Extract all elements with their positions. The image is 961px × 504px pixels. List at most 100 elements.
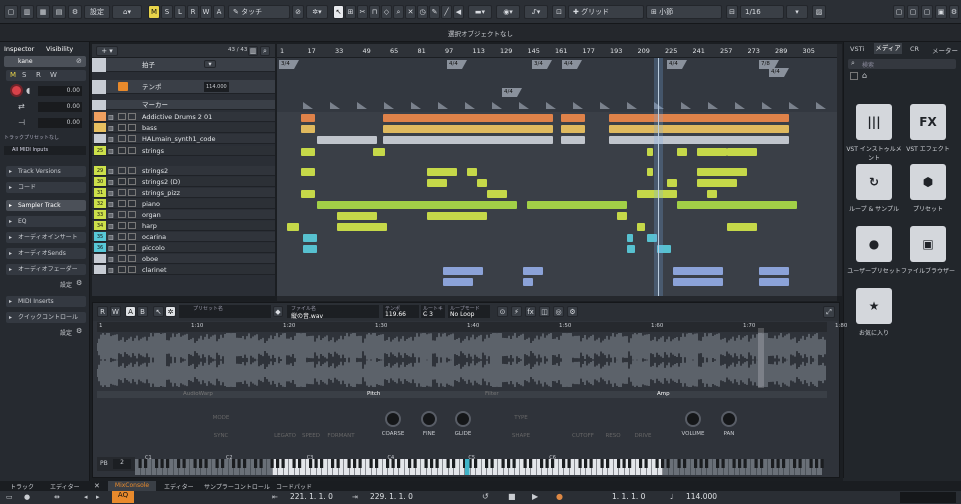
section-pitch[interactable]: Pitch — [367, 391, 380, 397]
black-key[interactable] — [798, 459, 802, 468]
tempo-display[interactable]: 114.000 — [686, 492, 717, 501]
expand-editor-button[interactable]: ⤢ — [823, 306, 835, 318]
pitchbend-control[interactable]: PB 2 — [97, 457, 135, 471]
pan-value[interactable]: 0.00 — [38, 102, 82, 112]
black-key[interactable] — [292, 459, 296, 468]
mute-box[interactable] — [118, 147, 126, 154]
draw-tool[interactable]: ✎ — [429, 5, 440, 19]
event-clip[interactable] — [609, 125, 789, 133]
mute-box[interactable] — [118, 167, 126, 174]
black-key[interactable] — [716, 459, 720, 468]
black-key[interactable] — [771, 459, 775, 468]
track-row[interactable]: ▥ Addictive Drums 2 01 — [92, 112, 275, 122]
black-key[interactable] — [540, 459, 544, 468]
black-key[interactable] — [644, 459, 648, 468]
tab-media[interactable]: メディア — [874, 43, 902, 54]
black-key[interactable] — [721, 459, 725, 468]
black-key[interactable] — [138, 459, 142, 468]
solo-box[interactable] — [128, 244, 136, 251]
black-key[interactable] — [204, 459, 208, 468]
checkbox[interactable] — [850, 72, 858, 80]
write-w-icon[interactable]: W — [50, 71, 57, 79]
write-button[interactable]: W — [110, 306, 121, 317]
section-quick-controls[interactable]: クイックコントロール — [6, 312, 86, 323]
black-key[interactable] — [336, 459, 340, 468]
black-key[interactable] — [507, 459, 511, 468]
black-key[interactable] — [243, 459, 247, 468]
mute-box[interactable] — [118, 244, 126, 251]
event-clip[interactable] — [673, 267, 723, 275]
black-key[interactable] — [639, 459, 643, 468]
gear-icon[interactable]: ⚙ — [76, 327, 82, 335]
track-row[interactable]: ▥ HALmain_synth1_code — [92, 134, 275, 144]
tab-editor[interactable]: エディター — [50, 482, 80, 491]
event-clip[interactable] — [301, 125, 315, 133]
gear-icon[interactable]: ⚙ — [76, 279, 82, 287]
event-clip[interactable] — [301, 148, 315, 156]
window-settings-button[interactable]: ⚙ — [949, 5, 959, 19]
record-enable-button[interactable] — [10, 84, 23, 97]
mute-box[interactable] — [118, 189, 126, 196]
black-key[interactable] — [430, 459, 434, 468]
file-name-field[interactable]: ファイル名 縦の音.wav — [287, 305, 379, 320]
event-clip[interactable] — [727, 148, 757, 156]
black-key[interactable] — [683, 459, 687, 468]
solo-box[interactable] — [128, 135, 136, 142]
locator-icon[interactable]: ⇥ — [352, 493, 358, 501]
black-key[interactable] — [270, 459, 274, 468]
settings-link-2[interactable]: 設定 — [60, 328, 72, 337]
solo-box[interactable] — [128, 189, 136, 196]
track-filter-button[interactable]: ▥ — [248, 46, 258, 56]
grid-type-dropdown[interactable]: ✚ グリッド — [568, 5, 644, 19]
volume-value[interactable]: 0.00 — [38, 86, 82, 96]
b-button[interactable]: B — [137, 306, 148, 317]
track-row-tempo[interactable]: テンポ 114.000 — [92, 80, 275, 94]
save-preset-button[interactable]: ◆ — [273, 306, 283, 317]
solo-box[interactable] — [128, 124, 136, 131]
solo-box[interactable] — [128, 113, 136, 120]
black-key[interactable] — [490, 459, 494, 468]
horizontal-scrollbar[interactable] — [277, 296, 837, 301]
knob-fine[interactable] — [421, 411, 437, 427]
overlay-button[interactable]: ▨ — [812, 5, 826, 19]
black-key[interactable] — [760, 459, 764, 468]
play-icon[interactable]: ▶ — [532, 492, 538, 501]
tempo-toggle[interactable] — [118, 82, 128, 91]
knob-pan[interactable] — [721, 411, 737, 427]
section-eq[interactable]: EQ — [6, 216, 86, 227]
automation-mode-dropdown[interactable]: ✎ タッチ — [228, 5, 290, 19]
black-key[interactable] — [661, 459, 665, 468]
keyboard[interactable]: C1 C2 C3 C4 C5 C6 — [135, 455, 827, 475]
black-key[interactable] — [815, 459, 819, 468]
event-clip[interactable] — [287, 223, 299, 231]
tab-visibility[interactable]: Visibility — [46, 45, 73, 53]
settings-button[interactable]: ⚙ — [567, 306, 578, 317]
quantize-options-button[interactable]: ▾ — [786, 5, 808, 19]
grid-size-dropdown[interactable]: ⊞ 小節 — [646, 5, 722, 19]
black-key[interactable] — [600, 459, 604, 468]
add-track-button[interactable]: + ▾ — [96, 46, 118, 56]
home-icon[interactable]: ⌂ — [862, 71, 867, 80]
black-key[interactable] — [276, 459, 280, 468]
knob-glide[interactable] — [455, 411, 471, 427]
delay-value[interactable]: 0.00 — [38, 118, 82, 128]
black-key[interactable] — [155, 459, 159, 468]
event-clip[interactable] — [317, 201, 517, 209]
black-key[interactable] — [501, 459, 505, 468]
quantize-toggle[interactable]: ⊟ — [726, 5, 738, 19]
zones-button[interactable]: ▦ — [36, 5, 50, 19]
event-clip[interactable] — [677, 201, 797, 209]
black-key[interactable] — [545, 459, 549, 468]
track-row-signature[interactable]: 拍子 ▾ — [92, 58, 275, 72]
solo-box[interactable] — [128, 200, 136, 207]
event-clip[interactable] — [697, 168, 747, 176]
arrange-area[interactable]: 3/4 4/4 4/4 3/4 4/4 4/4 7/8 4/4 — [277, 58, 837, 296]
black-key[interactable] — [166, 459, 170, 468]
preset-field[interactable]: プリセット名 — [179, 305, 271, 318]
event-clip[interactable] — [301, 168, 315, 176]
event-clip[interactable] — [527, 201, 627, 209]
record-icon[interactable]: ● — [556, 492, 563, 501]
track-row[interactable]: 30 ▥ strings2 (D) — [92, 177, 275, 187]
mixconsole-icon[interactable]: AQ — [112, 491, 134, 503]
mute-box[interactable] — [118, 113, 126, 120]
